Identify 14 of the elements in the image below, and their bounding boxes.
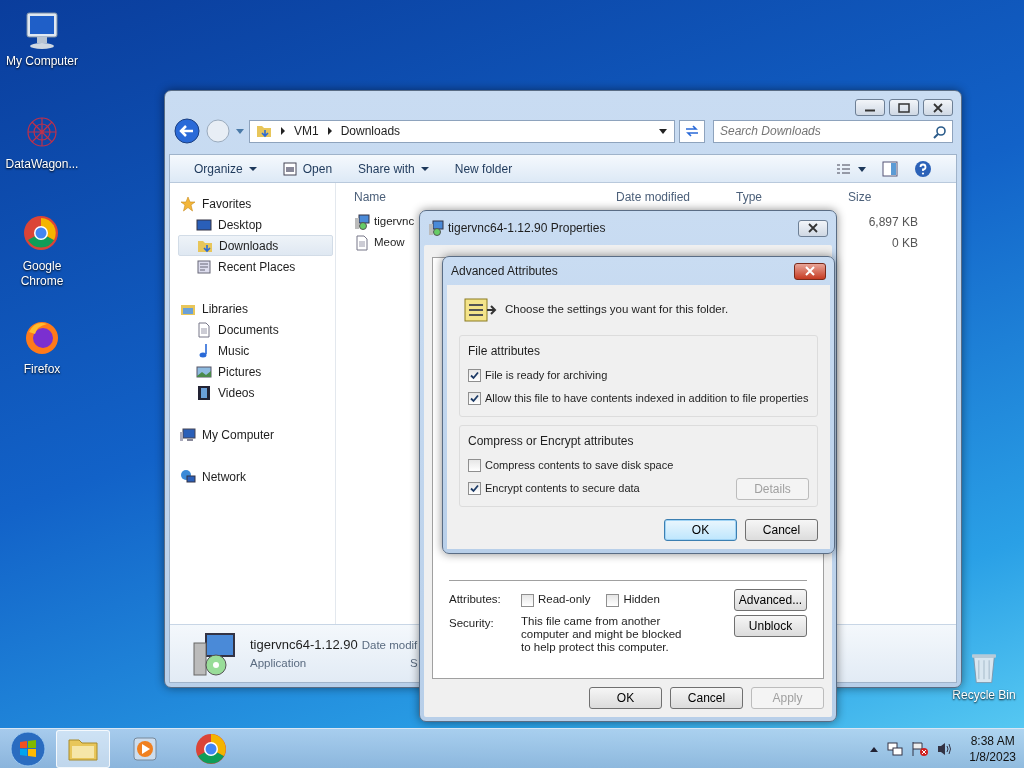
group-title: File attributes — [468, 343, 542, 360]
field-label: Security: — [449, 616, 495, 631]
dialog-title: tigervnc64-1.12.90 Properties — [448, 220, 607, 237]
file-size: 6,897 KB — [867, 213, 918, 231]
field-label: Attributes: — [449, 592, 502, 608]
file-name: tigervnc64-1.12.90 — [250, 636, 358, 655]
file-type: Application — [250, 655, 308, 671]
date-label: Date modif — [361, 638, 418, 654]
file-size: 0 KB — [891, 234, 918, 252]
intro-text: Choose the settings you want for this folder. — [505, 302, 729, 318]
group-title: Compress or Encrypt attributes — [468, 433, 635, 450]
security-message: This file came from another computer and might be blocked to help protect this computer. — [521, 615, 683, 654]
size-label: S — [410, 655, 418, 671]
dialog-title: Advanced Attributes — [451, 263, 559, 280]
